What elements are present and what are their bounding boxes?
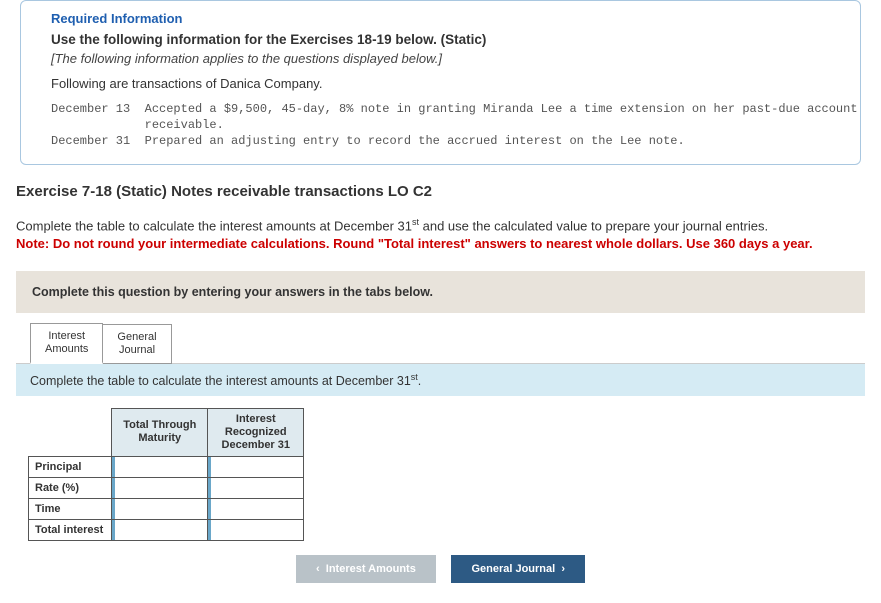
- input-rate-dec31[interactable]: [208, 478, 303, 498]
- following-text: Following are transactions of Danica Com…: [51, 76, 842, 91]
- input-total-maturity[interactable]: [112, 520, 207, 540]
- use-info-heading: Use the following information for the Ex…: [51, 32, 842, 47]
- row-label-rate: Rate (%): [29, 478, 112, 499]
- exercise-title: Exercise 7-18 (Static) Notes receivable …: [16, 183, 865, 200]
- tab-interest-amounts[interactable]: Interest Amounts: [30, 323, 103, 363]
- next-button[interactable]: General Journal ›: [451, 555, 585, 583]
- applies-note: [The following information applies to th…: [51, 51, 842, 66]
- input-time-maturity[interactable]: [112, 499, 207, 519]
- table-corner: [29, 408, 112, 457]
- table-row: Principal: [29, 457, 304, 478]
- input-principal-dec31[interactable]: [208, 457, 303, 477]
- input-time-dec31[interactable]: [208, 499, 303, 519]
- row-label-principal: Principal: [29, 457, 112, 478]
- sub-instruction: Complete the table to calculate the inte…: [16, 363, 865, 396]
- input-total-dec31[interactable]: [208, 520, 303, 540]
- table-row: Total interest: [29, 520, 304, 541]
- exercise-instructions: Complete the table to calculate the inte…: [16, 216, 865, 254]
- nav-row: ‹ Interest Amounts General Journal ›: [16, 555, 865, 583]
- col-header-recognized: Interest Recognized December 31: [208, 408, 304, 457]
- answer-area: Complete this question by entering your …: [16, 271, 865, 583]
- required-info-label: Required Information: [51, 11, 842, 26]
- input-rate-maturity[interactable]: [112, 478, 207, 498]
- tab-general-journal[interactable]: General Journal: [102, 324, 171, 363]
- exercise-note: Note: Do not round your intermediate cal…: [16, 236, 813, 251]
- input-principal-maturity[interactable]: [112, 457, 207, 477]
- table-row: Rate (%): [29, 478, 304, 499]
- required-information-panel: Required Information Use the following i…: [20, 0, 861, 165]
- tabs-row: Interest Amounts General Journal: [16, 313, 865, 363]
- chevron-left-icon: ‹: [316, 563, 320, 575]
- table-row: Time: [29, 499, 304, 520]
- col-header-maturity: Total Through Maturity: [112, 408, 208, 457]
- transactions-block: December 13 Accepted a $9,500, 45-day, 8…: [51, 101, 842, 150]
- row-label-total: Total interest: [29, 520, 112, 541]
- row-label-time: Time: [29, 499, 112, 520]
- instruction-bar: Complete this question by entering your …: [16, 271, 865, 313]
- prev-button[interactable]: ‹ Interest Amounts: [296, 555, 436, 583]
- chevron-right-icon: ›: [561, 563, 565, 575]
- interest-table: Total Through Maturity Interest Recogniz…: [28, 408, 304, 542]
